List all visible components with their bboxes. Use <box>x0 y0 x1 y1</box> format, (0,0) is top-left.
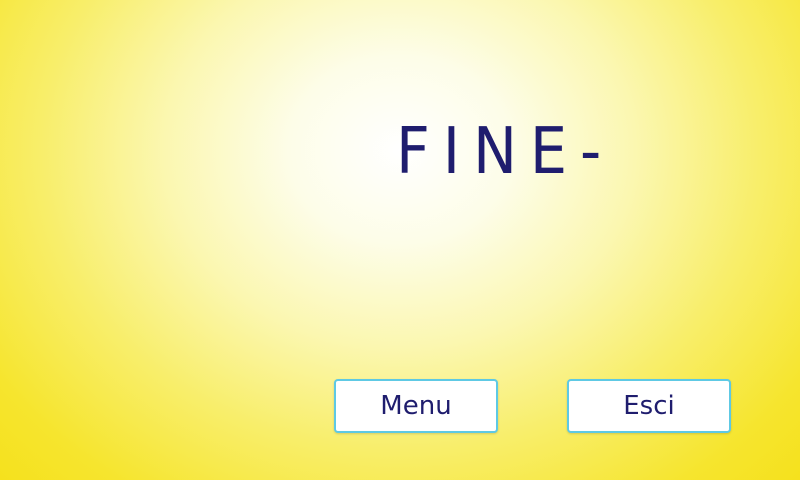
menu-button[interactable]: Menu <box>334 379 498 433</box>
menu-button-label: Menu <box>380 391 452 421</box>
exit-button[interactable]: Esci <box>567 379 731 433</box>
exit-button-label: Esci <box>623 391 675 421</box>
end-title: FINE- <box>396 115 615 189</box>
